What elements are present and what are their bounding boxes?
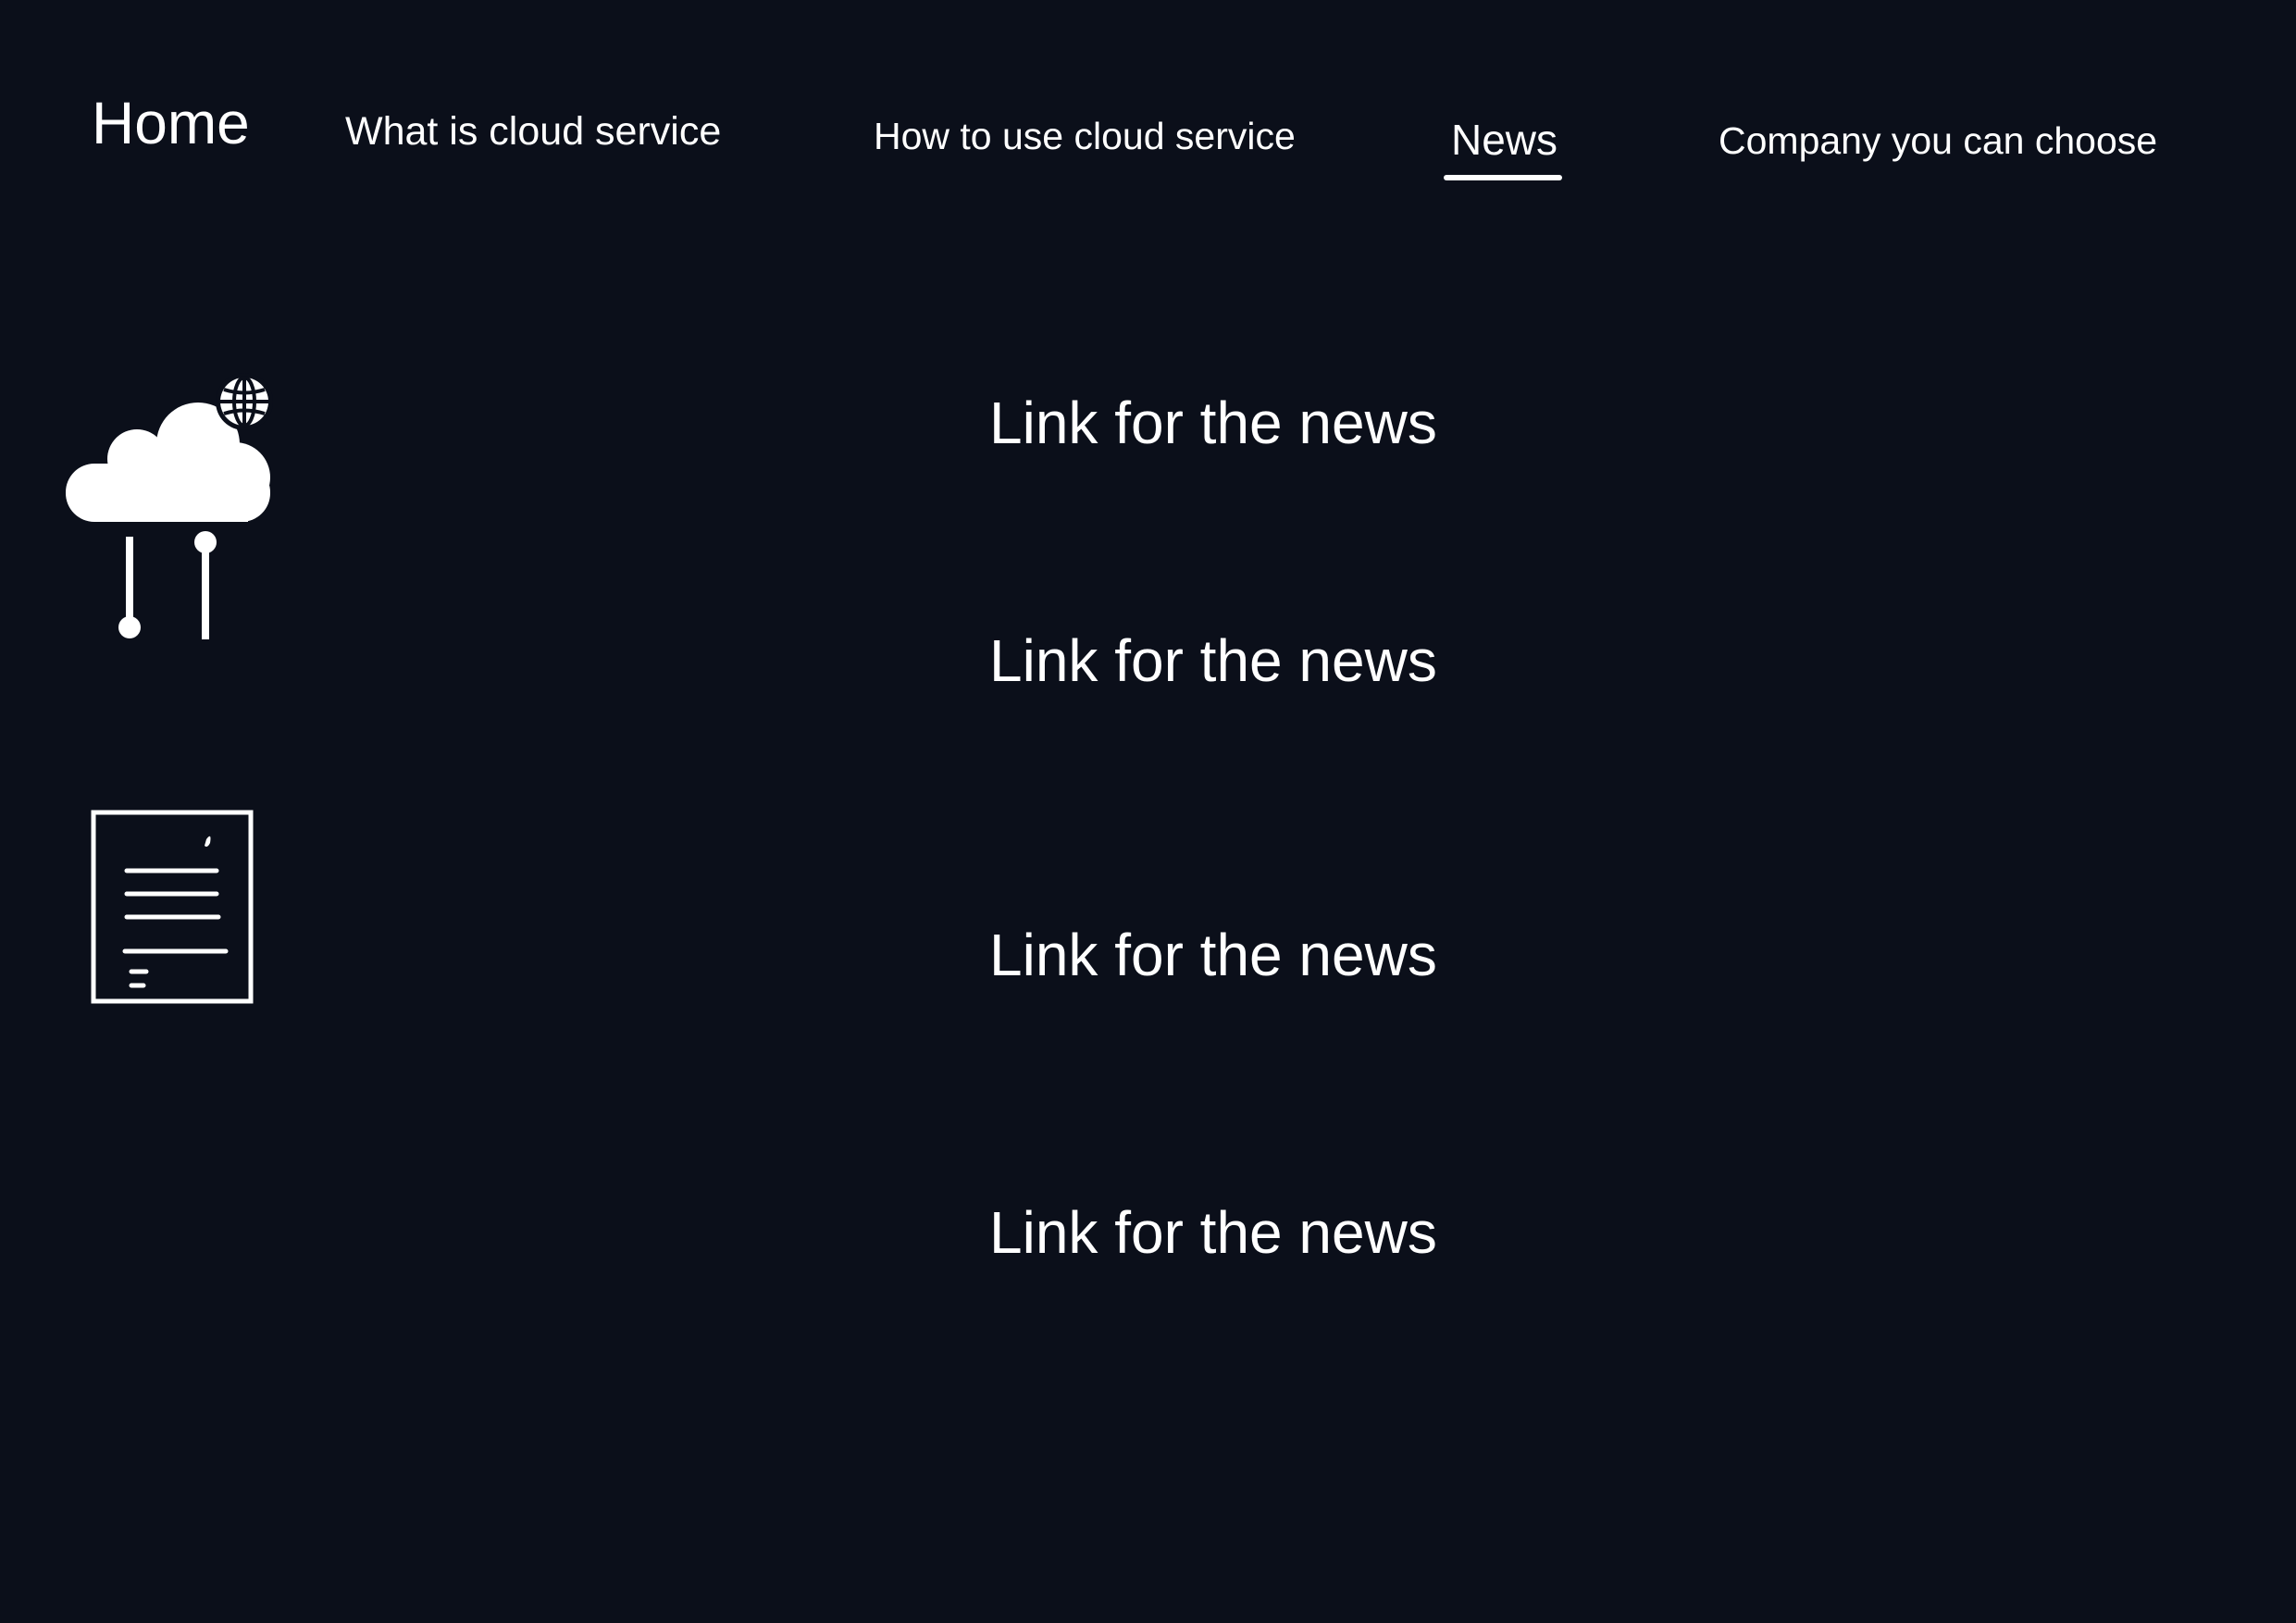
globe-icon xyxy=(216,373,273,430)
nav-news-tab[interactable]: News xyxy=(1451,118,1558,161)
cloud-network-icon xyxy=(63,368,285,646)
news-link[interactable]: Link for the news xyxy=(989,1203,1437,1262)
nav-what-is-cloud-service[interactable]: What is cloud service xyxy=(345,112,721,152)
top-navigation: Home What is cloud service How to use cl… xyxy=(0,0,2296,204)
nav-home-link[interactable]: Home xyxy=(92,93,250,153)
active-tab-indicator xyxy=(1444,175,1562,180)
news-link[interactable]: Link for the news xyxy=(989,393,1437,452)
document-icon xyxy=(91,810,255,1006)
news-link[interactable]: Link for the news xyxy=(989,925,1437,985)
news-link[interactable]: Link for the news xyxy=(989,631,1437,690)
nav-how-to-use-cloud-service[interactable]: How to use cloud service xyxy=(874,118,1296,155)
nav-company-you-can-choose[interactable]: Company you can choose xyxy=(1719,122,2157,160)
